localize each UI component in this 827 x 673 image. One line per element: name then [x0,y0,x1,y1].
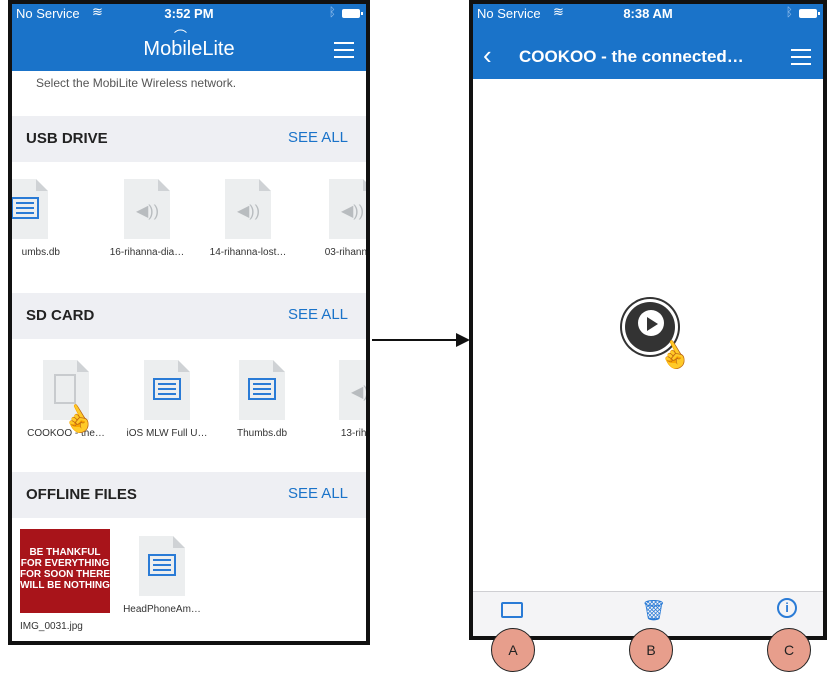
phone-screen-home: No Service ≋ 3:52 PM ᛒ ⌒ MobileLite Sele… [8,0,370,645]
file-item[interactable]: ◀)) 16-rihanna-dia… [102,179,192,258]
transition-arrow [372,333,470,347]
section-sd-card: SD CARD SEE ALL [12,293,366,339]
section-title: USB DRIVE [26,130,108,147]
file-item[interactable]: Thumbs.db [217,360,307,439]
menu-icon[interactable] [791,49,811,65]
subtitle-text: Select the MobiLite Wireless network. [36,76,237,90]
info-icon[interactable]: i [777,598,797,618]
section-title: SD CARD [26,307,95,324]
battery-icon [342,9,363,18]
audio-icon: ◀)) [124,179,170,239]
bluetooth-icon: ᛒ [785,5,793,19]
see-all-link[interactable]: SEE ALL [288,306,348,323]
clock: 3:52 PM [164,6,214,21]
file-item[interactable]: ◀)) 14-rihanna-lost… [203,179,293,258]
battery-icon [799,9,820,18]
file-item[interactable]: ◀)) 13-rihann [317,360,366,439]
clock: 8:38 AM [623,6,673,21]
folder-icon[interactable] [501,602,523,618]
marker-a: A [491,628,535,672]
audio-icon: ◀)) [329,179,366,239]
page-title: COOKOO - the connected… [519,47,744,66]
document-icon [12,179,48,239]
audio-icon: ◀)) [225,179,271,239]
document-icon [139,536,185,596]
app-logo: ⌒ MobileLite [12,29,366,61]
file-item[interactable]: iOS MLW Full U… [122,360,212,439]
section-usb-drive: USB DRIVE SEE ALL [12,116,366,162]
status-bar: No Service ≋ 3:52 PM ᛒ [12,4,366,24]
file-item[interactable]: HeadPhoneAm… [117,536,207,615]
document-icon [239,360,285,420]
document-icon [144,360,190,420]
marker-b: B [629,628,673,672]
marker-c: C [767,628,811,672]
trash-icon[interactable]: 🗑 [641,598,666,623]
status-bar: No Service ≋ 8:38 AM ᛒ [473,4,823,24]
see-all-link[interactable]: SEE ALL [288,129,348,146]
file-item[interactable]: BE THANKFUL FOR EVERYTHING FOR SOON THER… [20,529,112,632]
section-offline-files: OFFLINE FILES SEE ALL [12,472,366,518]
section-title: OFFLINE FILES [26,486,137,503]
menu-icon[interactable] [334,42,354,58]
phone-screen-viewer: No Service ≋ 8:38 AM ᛒ ‹ COOKOO - the co… [469,0,827,640]
audio-icon: ◀)) [339,360,366,420]
see-all-link[interactable]: SEE ALL [288,485,348,502]
back-icon[interactable]: ‹ [483,42,492,68]
bluetooth-icon: ᛒ [328,5,336,19]
wifi-logo-icon: ⌒ [174,29,188,44]
image-thumbnail: BE THANKFUL FOR EVERYTHING FOR SOON THER… [20,529,110,613]
file-item[interactable]: ◀)) 03-rihanna-r [307,179,366,258]
file-item[interactable]: umbs.db [12,179,70,258]
